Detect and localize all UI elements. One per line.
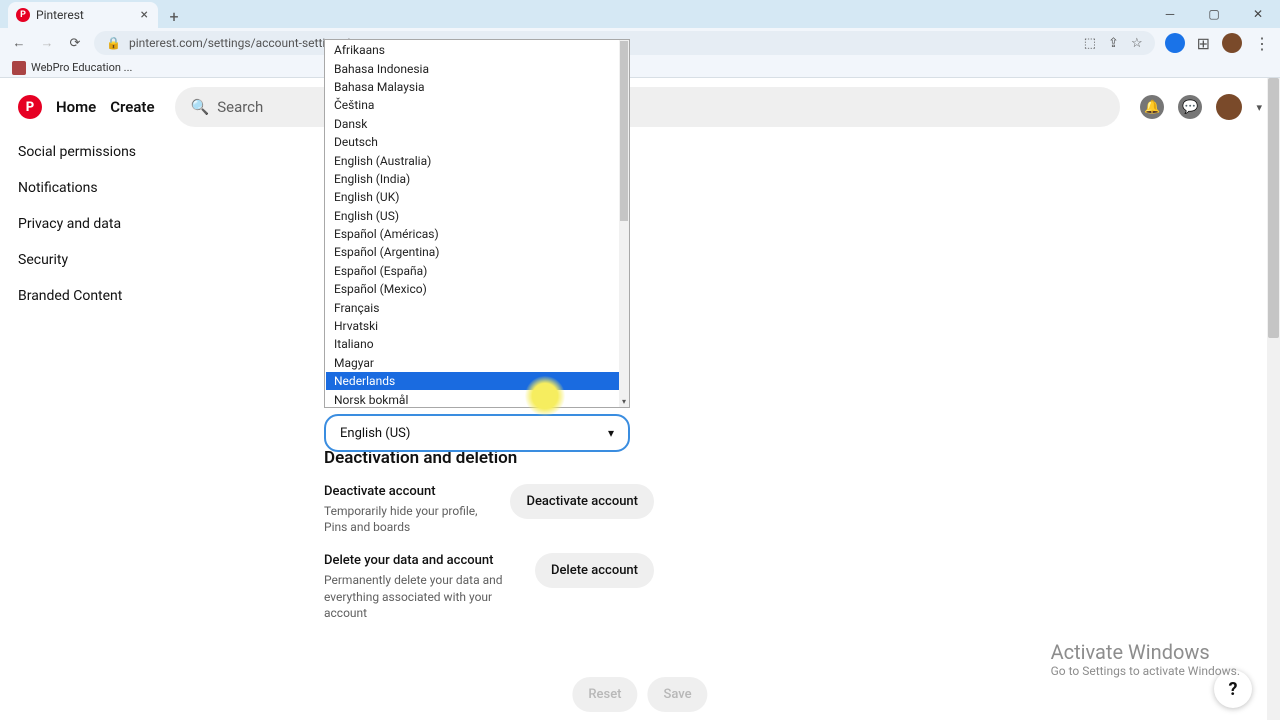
watermark-sub: Go to Settings to activate Windows. [1051, 664, 1240, 678]
settings-main: Deactivation and deletion Deactivate acc… [324, 448, 654, 639]
star-icon[interactable]: ☆ [1131, 36, 1143, 51]
browser-tab[interactable]: P Pinterest × [8, 2, 158, 28]
close-icon[interactable]: × [141, 7, 148, 23]
language-option[interactable]: Dansk [326, 115, 619, 133]
chevron-down-icon: ▾ [608, 426, 614, 440]
url-text: pinterest.com/settings/account-settings/ [129, 36, 350, 50]
delete-button[interactable]: Delete account [535, 553, 654, 588]
minimize-button[interactable]: ─ [1148, 0, 1192, 28]
language-select-value: English (US) [340, 426, 410, 441]
form-actions: Reset Save [572, 677, 707, 712]
windows-watermark: Activate Windows Go to Settings to activ… [1051, 640, 1240, 678]
new-tab-button[interactable]: + [162, 4, 186, 28]
language-option[interactable]: Norsk bokmål [326, 390, 619, 406]
profile-avatar-icon[interactable] [1222, 33, 1242, 53]
deactivate-desc: Temporarily hide your profile, Pins and … [324, 503, 496, 535]
dropdown-scroll-thumb[interactable] [620, 41, 628, 221]
language-option[interactable]: Deutsch [326, 133, 619, 151]
install-icon[interactable]: ⬚ [1084, 36, 1096, 51]
chevron-down-icon[interactable]: ▾ [1256, 101, 1262, 114]
language-option[interactable]: Español (Mexico) [326, 280, 619, 298]
browser-toolbar: ← → ⟳ 🔒 pinterest.com/settings/account-s… [0, 28, 1280, 58]
pinterest-logo-icon[interactable]: P [18, 95, 42, 119]
nav-create[interactable]: Create [110, 98, 154, 116]
language-option[interactable]: Čeština [326, 96, 619, 114]
notifications-icon[interactable]: 🔔 [1140, 95, 1164, 119]
language-option[interactable]: Hrvatski [326, 317, 619, 335]
deactivate-label: Deactivate account [324, 484, 496, 499]
language-select[interactable]: English (US) ▾ [324, 414, 630, 452]
language-option[interactable]: English (India) [326, 170, 619, 188]
reset-button[interactable]: Reset [572, 677, 637, 712]
search-input[interactable]: 🔍 Search [175, 87, 1121, 127]
account-avatar-icon[interactable] [1216, 94, 1242, 120]
messages-icon[interactable]: 💬 [1178, 95, 1202, 119]
language-option[interactable]: Bahasa Indonesia [326, 59, 619, 77]
dropdown-scrollbar[interactable]: ▾ [619, 40, 629, 407]
language-option[interactable]: Français [326, 298, 619, 316]
watermark-title: Activate Windows [1051, 640, 1240, 664]
language-dropdown[interactable]: AfrikaansBahasa IndonesiaBahasa Malaysia… [324, 39, 630, 408]
sidebar-item-notifications[interactable]: Notifications [18, 170, 198, 206]
bookmark-item[interactable]: WebPro Education ... [31, 61, 132, 74]
menu-icon[interactable]: ⋮ [1254, 34, 1270, 53]
tab-title: Pinterest [36, 8, 84, 22]
language-option[interactable]: Español (España) [326, 262, 619, 280]
search-placeholder: Search [217, 98, 263, 116]
language-option[interactable]: Italiano [326, 335, 619, 353]
pinterest-favicon-icon: P [16, 8, 30, 22]
share-icon[interactable]: ⇪ [1108, 36, 1119, 51]
lock-icon: 🔒 [106, 36, 121, 50]
delete-label: Delete your data and account [324, 553, 521, 568]
extensions-icon[interactable]: ⊞ [1197, 34, 1210, 53]
bookmarks-bar: WebPro Education ... [0, 58, 1280, 78]
nav-home[interactable]: Home [56, 98, 96, 116]
language-option[interactable]: Español (Argentina) [326, 243, 619, 261]
delete-desc: Permanently delete your data and everyth… [324, 572, 521, 621]
language-option[interactable]: Español (Américas) [326, 225, 619, 243]
browser-titlebar: P Pinterest × + ─ ▢ ✕ [0, 0, 1280, 28]
save-button[interactable]: Save [648, 677, 708, 712]
forward-icon[interactable]: → [38, 35, 56, 51]
maximize-button[interactable]: ▢ [1192, 0, 1236, 28]
language-option[interactable]: Nederlands [326, 372, 619, 390]
delete-row: Delete your data and account Permanently… [324, 553, 654, 621]
close-window-button[interactable]: ✕ [1236, 0, 1280, 28]
page-viewport: P Home Create 🔍 Search 🔔 💬 ▾ Social perm… [0, 78, 1280, 720]
reload-icon[interactable]: ⟳ [66, 36, 84, 51]
search-icon: 🔍 [191, 98, 210, 116]
language-option[interactable]: Afrikaans [326, 41, 619, 59]
language-option[interactable]: English (US) [326, 207, 619, 225]
language-option[interactable]: English (Australia) [326, 151, 619, 169]
page-scrollbar[interactable] [1267, 78, 1280, 720]
settings-sidebar: Social permissions Notifications Privacy… [18, 134, 198, 314]
deactivate-row: Deactivate account Temporarily hide your… [324, 484, 654, 535]
extension-icon[interactable] [1165, 33, 1185, 53]
language-option[interactable]: Magyar [326, 354, 619, 372]
deactivate-button[interactable]: Deactivate account [510, 484, 654, 519]
pinterest-header: P Home Create 🔍 Search 🔔 💬 ▾ [0, 78, 1280, 136]
sidebar-item-security[interactable]: Security [18, 242, 198, 278]
scroll-down-icon[interactable]: ▾ [619, 397, 629, 407]
language-option[interactable]: English (UK) [326, 188, 619, 206]
back-icon[interactable]: ← [10, 35, 28, 51]
page-scroll-thumb[interactable] [1268, 78, 1279, 338]
sidebar-item-privacy-data[interactable]: Privacy and data [18, 206, 198, 242]
language-option[interactable]: Bahasa Malaysia [326, 78, 619, 96]
bookmark-favicon-icon [12, 61, 26, 75]
sidebar-item-branded-content[interactable]: Branded Content [18, 278, 198, 314]
sidebar-item-social-permissions[interactable]: Social permissions [18, 134, 198, 170]
